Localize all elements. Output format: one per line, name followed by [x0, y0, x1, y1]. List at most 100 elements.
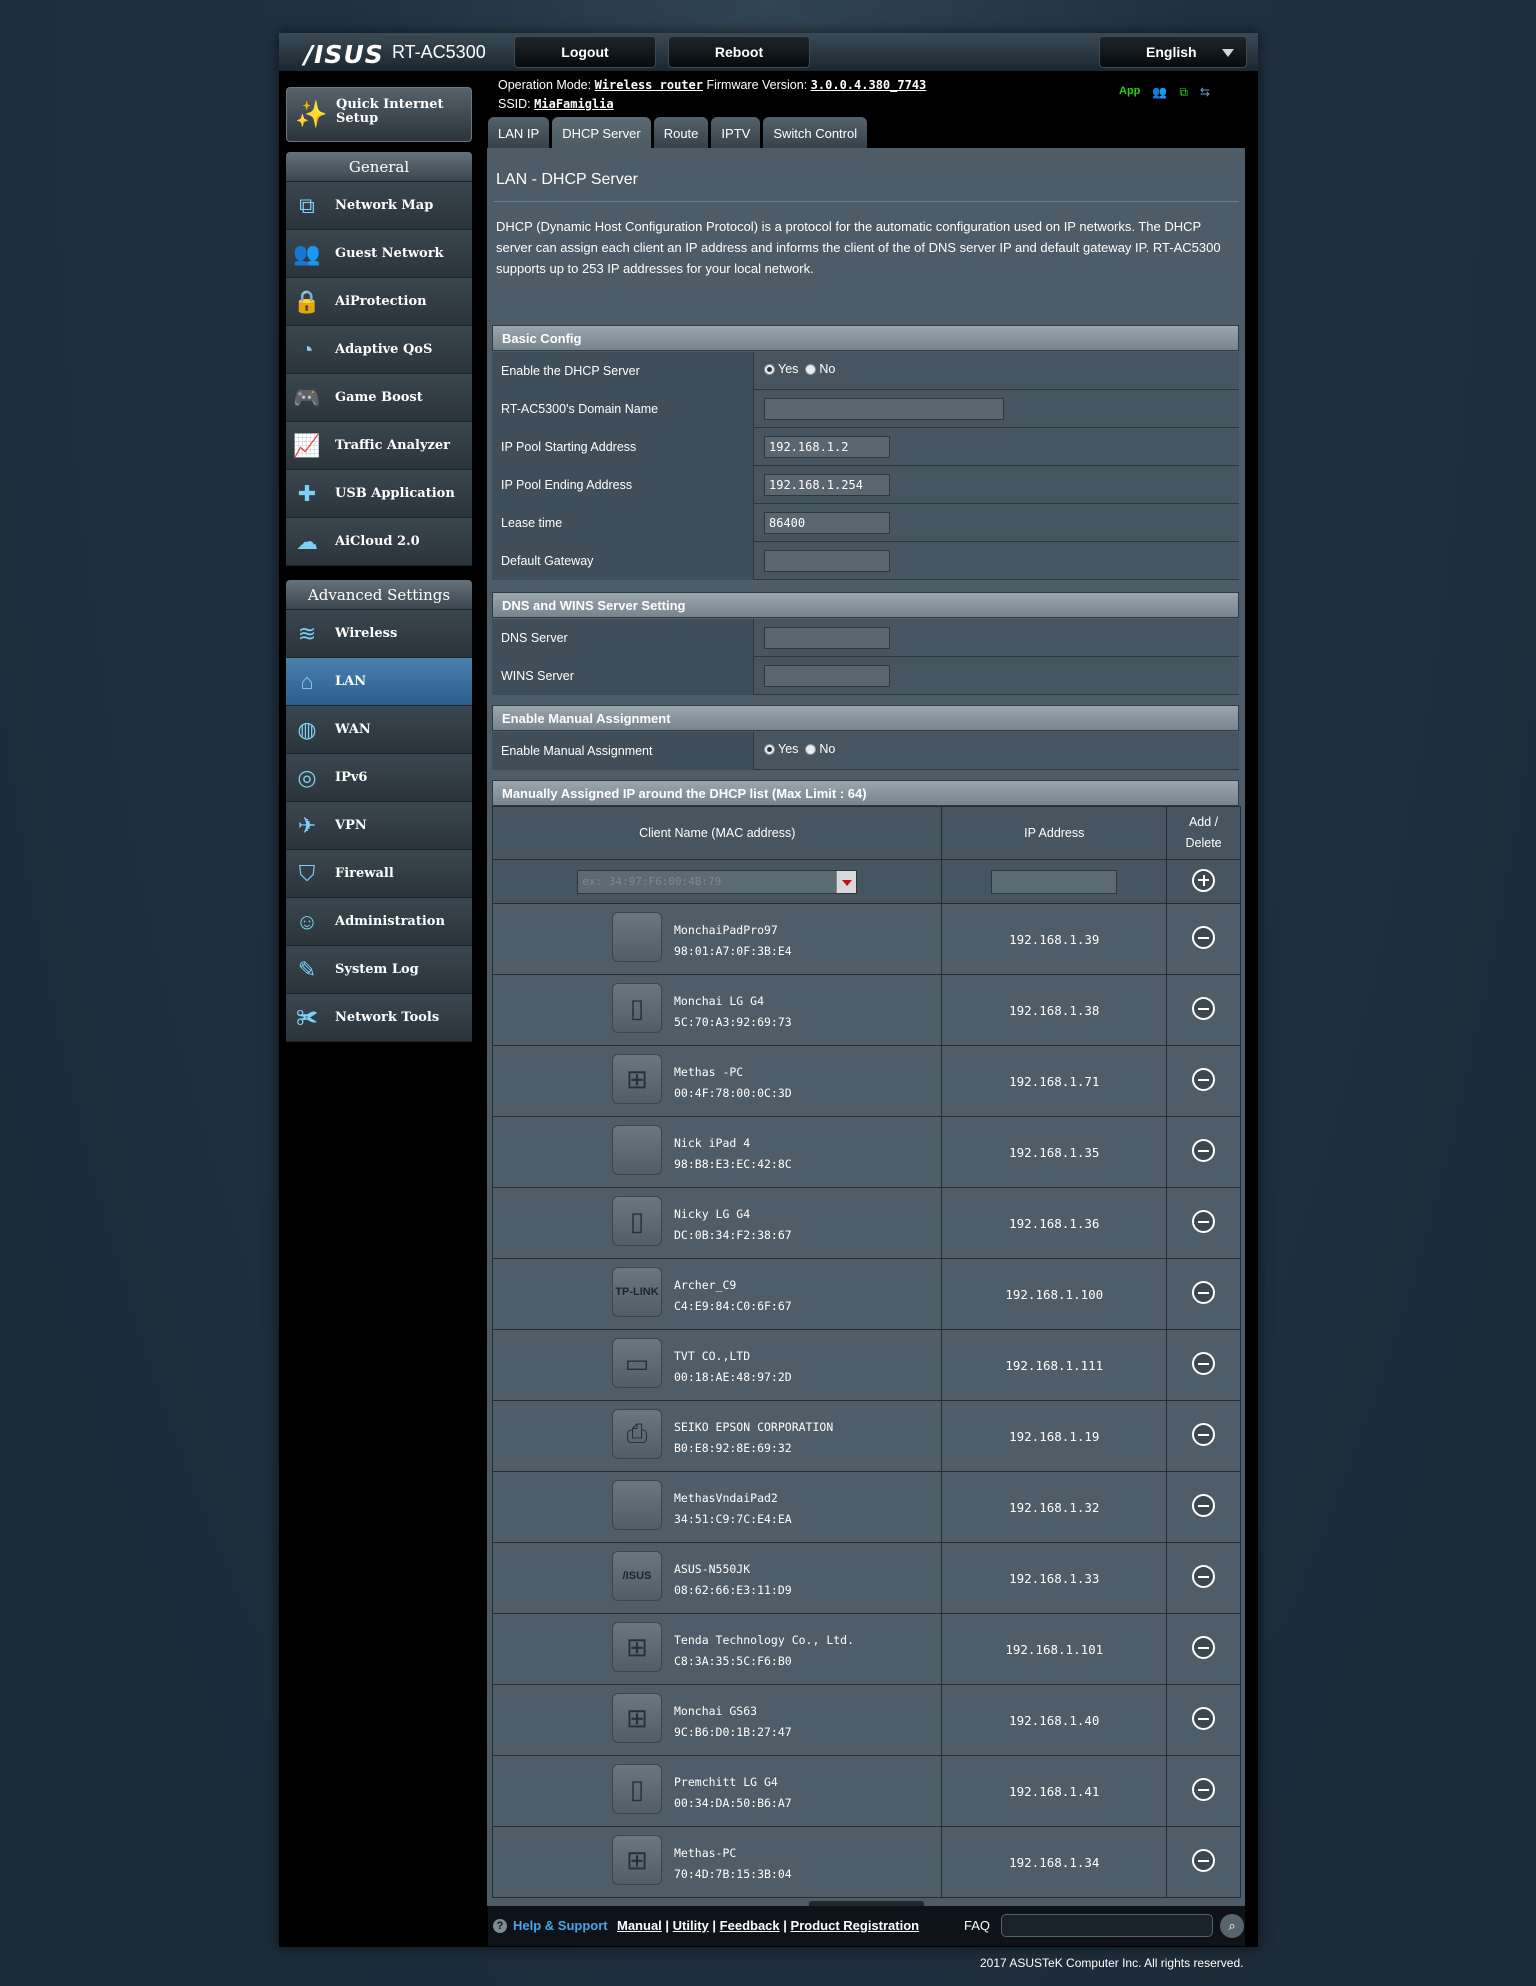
manual-no-radio[interactable] — [805, 743, 817, 755]
sidebar-item-game-boost[interactable]: 🎮 Game Boost — [286, 374, 472, 422]
manual-link[interactable]: Manual — [617, 1918, 662, 1933]
client-name: MonchaiPadPro97 — [674, 923, 778, 937]
client-cell: ⊞ Tenda Technology Co., Ltd. C8:3A:35:5C:F… — [493, 1614, 941, 1684]
logout-button[interactable]: Logout — [514, 36, 656, 68]
table-row: ▯ Monchai LG G4 5C:70:A3:92:69:73 192.168.1… — [491, 974, 1241, 1046]
product-registration-link[interactable]: Product Registration — [791, 1918, 920, 1933]
tab-lan-ip[interactable]: LAN IP — [488, 117, 550, 148]
delete-icon[interactable] — [1192, 1068, 1216, 1091]
sidebar-item-lan[interactable]: ⌂ LAN — [286, 658, 472, 706]
ip-address-input[interactable] — [991, 869, 1118, 894]
sidebar-item-administration[interactable]: ☺ Administration — [286, 898, 472, 946]
android-phone-icon[interactable]: ▯ — [612, 983, 662, 1033]
sidebar-item-adaptive-qos[interactable]: ◔ Adaptive QoS — [286, 326, 472, 374]
column-action: Add / Delete — [1166, 806, 1241, 860]
feedback-link[interactable]: Feedback — [720, 1918, 780, 1933]
ssid-link[interactable]: MiaFamiglia — [534, 97, 613, 111]
pool-end-row: IP Pool Ending Address 192.168.1.254 — [492, 466, 1239, 504]
apple-icon[interactable] — [612, 912, 662, 962]
search-icon[interactable]: ⌕ — [1220, 1914, 1244, 1938]
apple-icon[interactable] — [612, 1480, 662, 1530]
quick-internet-setup-button[interactable]: ✨ Quick Internet Setup — [286, 87, 472, 142]
delete-icon[interactable] — [1192, 1210, 1216, 1233]
reboot-button[interactable]: Reboot — [668, 36, 810, 68]
asus-icon[interactable]: /ISUS — [612, 1551, 662, 1601]
delete-icon[interactable] — [1192, 1494, 1216, 1517]
sidebar-item-firewall[interactable]: ⛉ Firewall — [286, 850, 472, 898]
delete-icon[interactable] — [1192, 1281, 1216, 1304]
dns-server-input[interactable] — [764, 627, 890, 649]
sidebar-item-system-log[interactable]: ✎ System Log — [286, 946, 472, 994]
domain-name-input[interactable] — [764, 398, 1004, 420]
sidebar-item-wan[interactable]: ◍ WAN — [286, 706, 472, 754]
vpn-icon: ✈ — [297, 813, 317, 838]
table-row: ▯ Nicky LG G4 DC:0B:34:F2:38:67 192.168.1.3… — [491, 1187, 1241, 1259]
globe-icon: ◍ — [297, 717, 317, 742]
sidebar-item-label: USB Application — [335, 486, 455, 501]
sidebar-item-label: Administration — [335, 914, 445, 929]
client-cell: ⎙ SEIKO EPSON CORPORATION B0:E8:92:8E:69:3… — [493, 1401, 941, 1471]
app-link[interactable]: App — [1119, 85, 1140, 100]
dns-server-label: DNS Server — [492, 619, 754, 657]
mac-select[interactable]: ex: 34:97:F6:00:4B:79 — [577, 869, 858, 894]
printer-icon[interactable]: ⎙ — [612, 1409, 662, 1459]
sidebar-item-aicloud-2-0[interactable]: ☁ AiCloud 2.0 — [286, 518, 472, 566]
delete-icon[interactable] — [1192, 1778, 1216, 1801]
manual-yes-radio[interactable] — [764, 743, 775, 755]
manual-assignment-radio-group: Yes No — [764, 742, 835, 756]
delete-icon[interactable] — [1192, 1352, 1216, 1375]
apple-icon[interactable] — [612, 1125, 662, 1175]
enable-dhcp-label: Enable the DHCP Server — [492, 352, 754, 390]
tab-dhcp-server[interactable]: DHCP Server — [552, 117, 651, 148]
sidebar-item-wireless[interactable]: ≋ Wireless — [286, 610, 472, 658]
delete-icon[interactable] — [1192, 1423, 1216, 1446]
utility-link[interactable]: Utility — [673, 1918, 709, 1933]
tab-iptv[interactable]: IPTV — [711, 117, 761, 148]
faq-search-input[interactable] — [1001, 1914, 1213, 1937]
page-description: DHCP (Dynamic Host Configuration Protoco… — [496, 219, 1221, 276]
windows-pc-icon[interactable]: ⊞ — [612, 1835, 662, 1885]
firmware-link[interactable]: 3.0.0.4.380_7743 — [811, 78, 927, 92]
android-phone-icon[interactable]: ▯ — [612, 1196, 662, 1246]
pool-end-input[interactable]: 192.168.1.254 — [764, 474, 890, 496]
language-select[interactable]: English — [1099, 36, 1247, 68]
delete-icon[interactable] — [1192, 926, 1216, 949]
tplink-icon[interactable]: TP-LINK — [612, 1267, 662, 1317]
sidebar-item-network-map[interactable]: ⧉ Network Map — [286, 182, 472, 230]
client-ip: 192.168.1.35 — [941, 1116, 1168, 1188]
sidebar-item-vpn[interactable]: ✈ VPN — [286, 802, 472, 850]
default-gateway-input[interactable] — [764, 550, 890, 572]
usb-devices-icon[interactable]: ⧉ — [1179, 85, 1188, 100]
sidebar-item-ipv6[interactable]: ◎ IPv6 — [286, 754, 472, 802]
sidebar-item-aiprotection[interactable]: 🔒 AiProtection — [286, 278, 472, 326]
users-icon[interactable]: 👥 — [1152, 85, 1167, 100]
op-mode-link[interactable]: Wireless router — [595, 78, 703, 92]
windows-pc-icon[interactable]: ⊞ — [612, 1054, 662, 1104]
android-phone-icon[interactable]: ▯ — [612, 1764, 662, 1814]
add-icon[interactable] — [1192, 868, 1216, 892]
sidebar-item-usb-application[interactable]: ✚ USB Application — [286, 470, 472, 518]
delete-icon[interactable] — [1192, 1707, 1216, 1730]
sidebar-item-traffic-analyzer[interactable]: 📈 Traffic Analyzer — [286, 422, 472, 470]
delete-icon[interactable] — [1192, 1849, 1216, 1872]
dhcp-no-radio[interactable] — [805, 363, 817, 375]
windows-pc-icon[interactable]: ⊞ — [612, 1693, 662, 1743]
delete-icon[interactable] — [1192, 1636, 1216, 1659]
delete-icon[interactable] — [1192, 1565, 1216, 1588]
title-divider — [494, 201, 1239, 202]
delete-icon[interactable] — [1192, 1139, 1216, 1162]
sidebar-item-guest-network[interactable]: 👥 Guest Network — [286, 230, 472, 278]
pool-start-input[interactable]: 192.168.1.2 — [764, 436, 890, 458]
dhcp-yes-radio[interactable] — [764, 363, 775, 375]
tab-switch-control[interactable]: Switch Control — [763, 117, 868, 148]
laptop-icon[interactable]: ▭ — [612, 1338, 662, 1388]
usb-icon[interactable]: ⇆ — [1200, 85, 1210, 100]
lease-time-input[interactable]: 86400 — [764, 512, 890, 534]
wins-server-input[interactable] — [764, 665, 890, 687]
dropdown-arrow-icon[interactable] — [836, 870, 857, 893]
windows-pc-icon[interactable]: ⊞ — [612, 1622, 662, 1672]
tab-route[interactable]: Route — [653, 117, 709, 148]
sidebar-item-network-tools[interactable]: ✀ Network Tools — [286, 994, 472, 1042]
delete-icon[interactable] — [1192, 997, 1216, 1020]
client-cell: ▭ TVT CO.,LTD 00:18:AE:48:97:2D — [493, 1330, 941, 1400]
